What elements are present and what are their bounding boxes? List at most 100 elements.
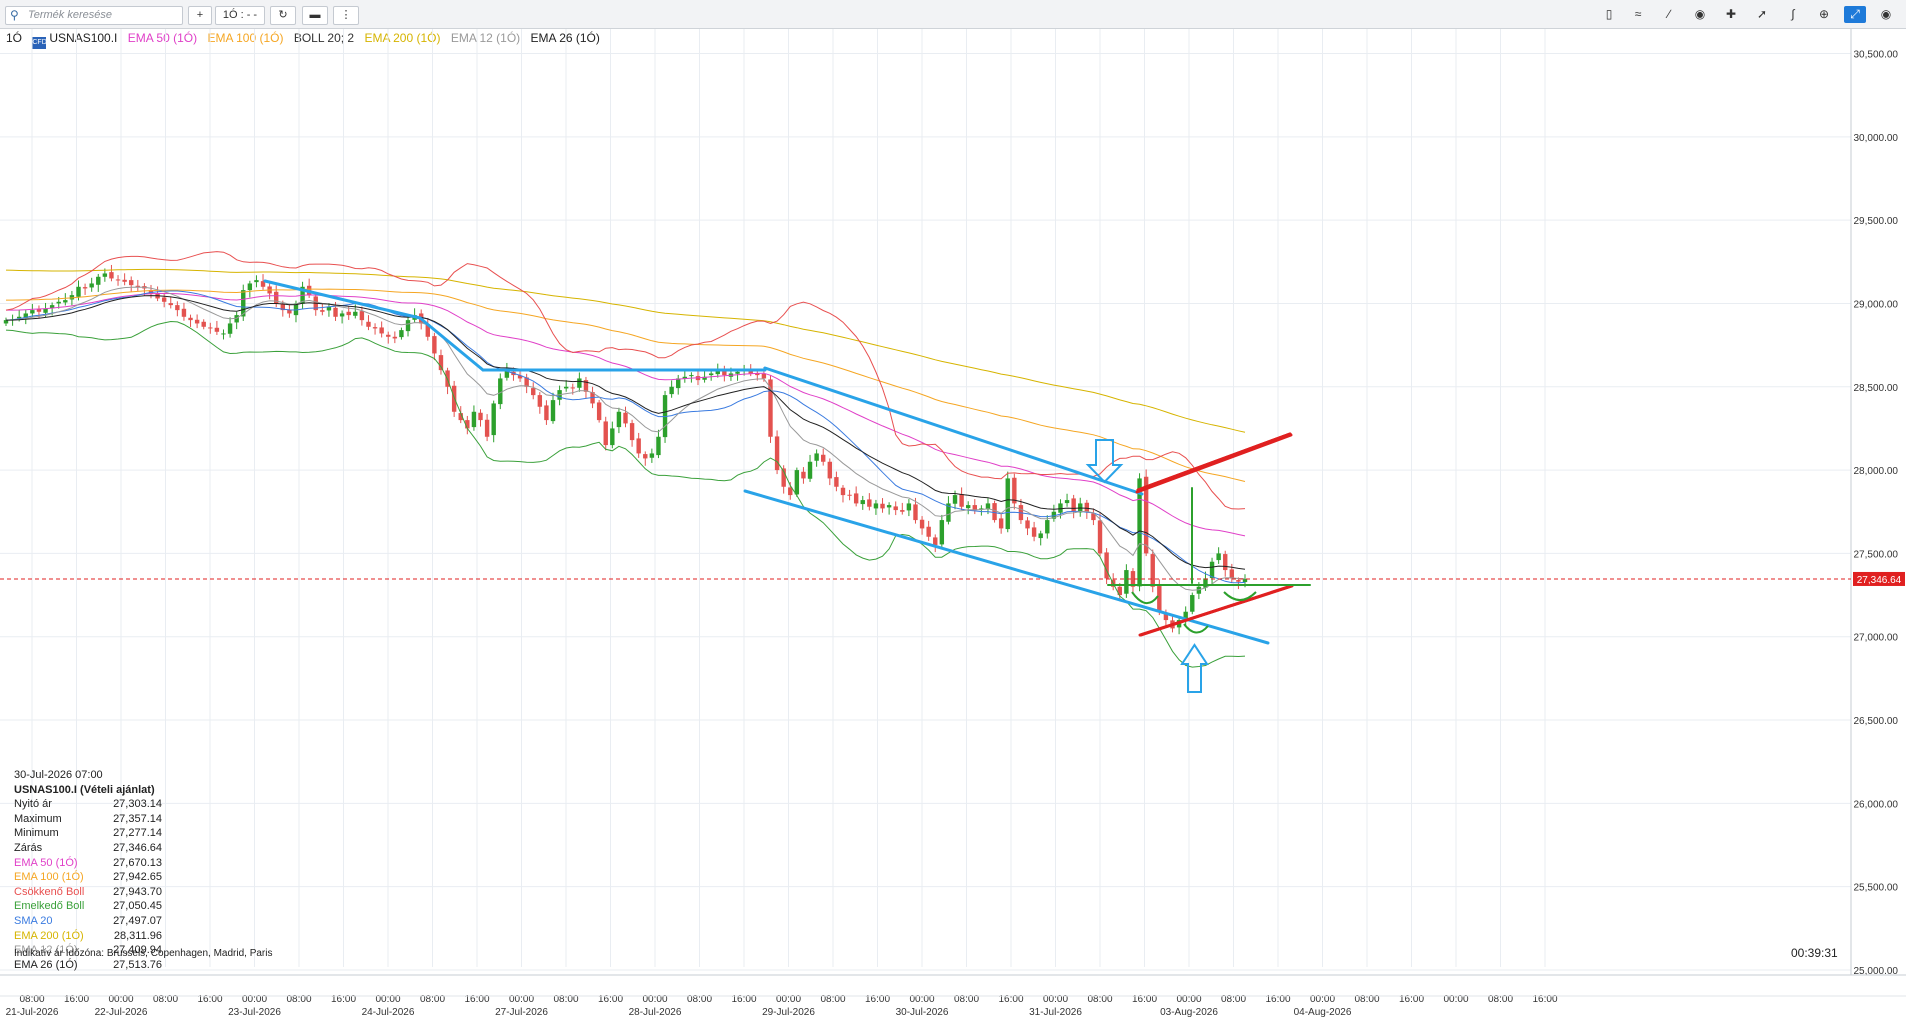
candle (636, 438, 641, 454)
candle (399, 330, 404, 338)
price-chart[interactable]: 08:00 16:00 00:00 08:00 16:00 00:00 08:00 16:00… (0, 29, 1906, 1022)
candle (1124, 570, 1129, 594)
candle (913, 504, 918, 521)
candle (847, 494, 852, 496)
candle (478, 412, 483, 421)
ema26-line (6, 295, 1246, 570)
eye-icon[interactable]: ◉ (1689, 6, 1711, 23)
timeframe-select[interactable]: 1Ó : - - (215, 6, 265, 25)
candle (56, 301, 61, 304)
info-value: 27,670.13 (113, 856, 162, 869)
y-tick-label: 26,500.00 (1854, 716, 1899, 727)
x-date-label: 28-Jul-2026 (629, 1007, 682, 1018)
trendline (1138, 432, 1292, 492)
y-tick-label: 30,000.00 (1854, 133, 1899, 144)
x-date-label: 04-Aug-2026 (1294, 1007, 1352, 1018)
info-label: EMA 100 (1Ó) (14, 871, 84, 884)
candle (181, 308, 187, 317)
candle (550, 400, 556, 422)
info-row: EMA 50 (1Ó) 27,670.13 (14, 856, 162, 871)
zoom-icon[interactable]: ⊕ (1813, 6, 1835, 23)
info-label: Minimum (14, 827, 59, 840)
candle (221, 333, 226, 335)
candle (827, 461, 833, 479)
candle (1150, 554, 1155, 587)
camera-icon[interactable]: ◉ (1875, 6, 1897, 23)
x-date-label: 21-Jul-2026 (6, 1007, 59, 1018)
add-instrument-button[interactable]: + (188, 6, 212, 25)
candle (484, 419, 490, 437)
candle (201, 321, 206, 327)
candle (933, 537, 938, 546)
x-date-label: 22-Jul-2026 (95, 1007, 148, 1018)
candle (544, 405, 549, 421)
x-date-label: 03-Aug-2026 (1160, 1007, 1218, 1018)
candle (676, 378, 681, 389)
candle (992, 503, 997, 521)
candle (629, 423, 635, 441)
info-row: Nyitó ár 27,303.14 (14, 797, 162, 812)
info-row: Minimum 27,277.14 (14, 826, 162, 841)
y-tick-label: 27,000.00 (1854, 633, 1899, 644)
candle (227, 323, 233, 334)
info-row: Zárás 27,346.64 (14, 841, 162, 856)
candle (346, 311, 351, 316)
info-value: 27,346.64 (113, 841, 162, 854)
candle (656, 436, 661, 456)
refresh-icon[interactable]: ↻ (270, 6, 296, 25)
boll-lower-line (5, 320, 1246, 668)
candle (616, 411, 622, 428)
candle (471, 411, 477, 428)
candle (491, 403, 496, 436)
candle (379, 327, 384, 334)
candle (821, 454, 826, 462)
search-input[interactable]: ⚲ Termék keresése (5, 6, 183, 25)
candle (208, 327, 213, 329)
info-value: 27,277.14 (113, 827, 162, 840)
current-price-label: 27,346.64 (1857, 575, 1902, 586)
candle (840, 487, 846, 496)
x-date-label: 31-Jul-2026 (1029, 1007, 1082, 1018)
x-date-label: 24-Jul-2026 (362, 1007, 415, 1018)
chart-type-icon[interactable]: ≈ (1627, 6, 1649, 23)
candle (63, 300, 68, 303)
toggle-icon[interactable]: ▬ (302, 6, 328, 25)
down-arrow-icon (1085, 439, 1124, 484)
candle (1216, 553, 1221, 561)
y-tick-label: 26,000.00 (1854, 799, 1899, 810)
x-date-label: 23-Jul-2026 (228, 1007, 281, 1018)
info-label: Nyitó ár (14, 798, 52, 811)
candle (1031, 527, 1037, 537)
candle (1236, 580, 1241, 582)
candle (708, 373, 714, 376)
candle (1157, 586, 1162, 612)
indicator-icon[interactable]: ∫ (1782, 6, 1804, 23)
candle (853, 493, 859, 504)
info-datetime: 30-Jul-2026 07:00 (14, 769, 103, 781)
candle (596, 402, 602, 421)
crosshair-icon[interactable]: ✚ (1720, 6, 1742, 23)
candle (122, 279, 127, 282)
info-label: Zárás (14, 841, 43, 854)
candle (188, 317, 193, 321)
candle (194, 319, 200, 324)
trend-icon[interactable]: ➚ (1751, 6, 1773, 23)
candle (834, 477, 839, 487)
candle (359, 311, 365, 321)
candle (366, 321, 371, 327)
search-placeholder: Termék keresése (28, 9, 112, 21)
candle (1045, 520, 1050, 534)
candle-type-icon[interactable]: ▯ (1598, 6, 1620, 23)
candle (1038, 533, 1043, 539)
draw-line-icon[interactable]: ∕ (1658, 6, 1680, 23)
more-icon[interactable]: ⋮ (333, 6, 359, 25)
candle (1190, 595, 1195, 612)
candle (1025, 520, 1030, 529)
candle (175, 305, 180, 311)
candle (998, 518, 1004, 529)
candle (129, 280, 134, 286)
candle (1229, 569, 1235, 579)
candle (603, 421, 608, 446)
info-label: EMA 200 (1Ó) (14, 929, 84, 942)
fullscreen-icon[interactable]: ⤢ (1844, 6, 1866, 23)
